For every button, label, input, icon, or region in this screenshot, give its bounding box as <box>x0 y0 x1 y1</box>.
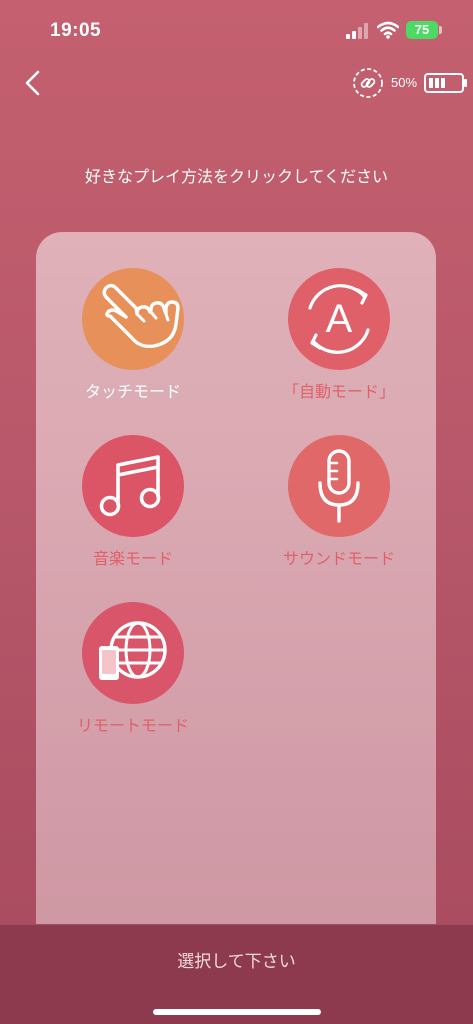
wifi-icon <box>377 21 399 39</box>
mode-auto-button[interactable]: A 「自動モード」 <box>264 268 414 402</box>
battery-level: 75 <box>414 22 430 37</box>
device-battery-text: 50% <box>391 75 418 90</box>
status-bar: 19:05 75 <box>0 0 473 60</box>
mode-remote-button[interactable]: リモートモード <box>58 602 208 736</box>
back-button[interactable] <box>18 66 48 100</box>
instruction-text: 好きなプレイ方法をクリックしてください <box>84 167 389 186</box>
mode-music-circle <box>82 435 184 537</box>
mode-music-label: 音楽モード <box>92 549 173 568</box>
mode-sound-label: サウンドモード <box>282 549 395 568</box>
mode-sound-circle <box>288 435 390 537</box>
mode-touch-circle <box>82 268 184 370</box>
battery-nub <box>439 26 442 34</box>
music-note-icon <box>99 455 161 517</box>
battery-status-icon: 75 <box>406 21 438 39</box>
device-battery-icon <box>424 73 467 93</box>
svg-text:A: A <box>326 297 353 341</box>
microphone-icon <box>318 449 360 523</box>
mode-touch-label: タッチモード <box>84 382 181 401</box>
mode-touch-button[interactable]: タッチモード <box>58 268 208 402</box>
mode-auto-circle: A <box>288 268 390 370</box>
link-icon[interactable] <box>352 67 384 99</box>
cellular-signal-icon <box>346 23 368 39</box>
status-time: 19:05 <box>50 20 102 41</box>
auto-a-icon: A <box>308 284 370 354</box>
mode-music-button[interactable]: 音楽モード <box>58 435 208 569</box>
bottom-bar[interactable]: 選択して下さい <box>0 924 473 1024</box>
mode-remote-label: リモートモード <box>76 716 189 735</box>
mode-sound-button[interactable]: サウンドモード <box>264 435 414 569</box>
globe-phone-icon <box>99 621 167 680</box>
mode-remote-circle <box>82 602 184 704</box>
select-prompt-label: 選択して下さい <box>177 952 296 972</box>
hand-pointer-icon <box>102 283 180 349</box>
home-indicator <box>153 1009 321 1015</box>
mode-auto-label: 「自動モード」 <box>282 382 395 401</box>
mode-panel: タッチモード A 「自動モード」 音楽モード サウンドモード リモートモード <box>36 232 436 952</box>
